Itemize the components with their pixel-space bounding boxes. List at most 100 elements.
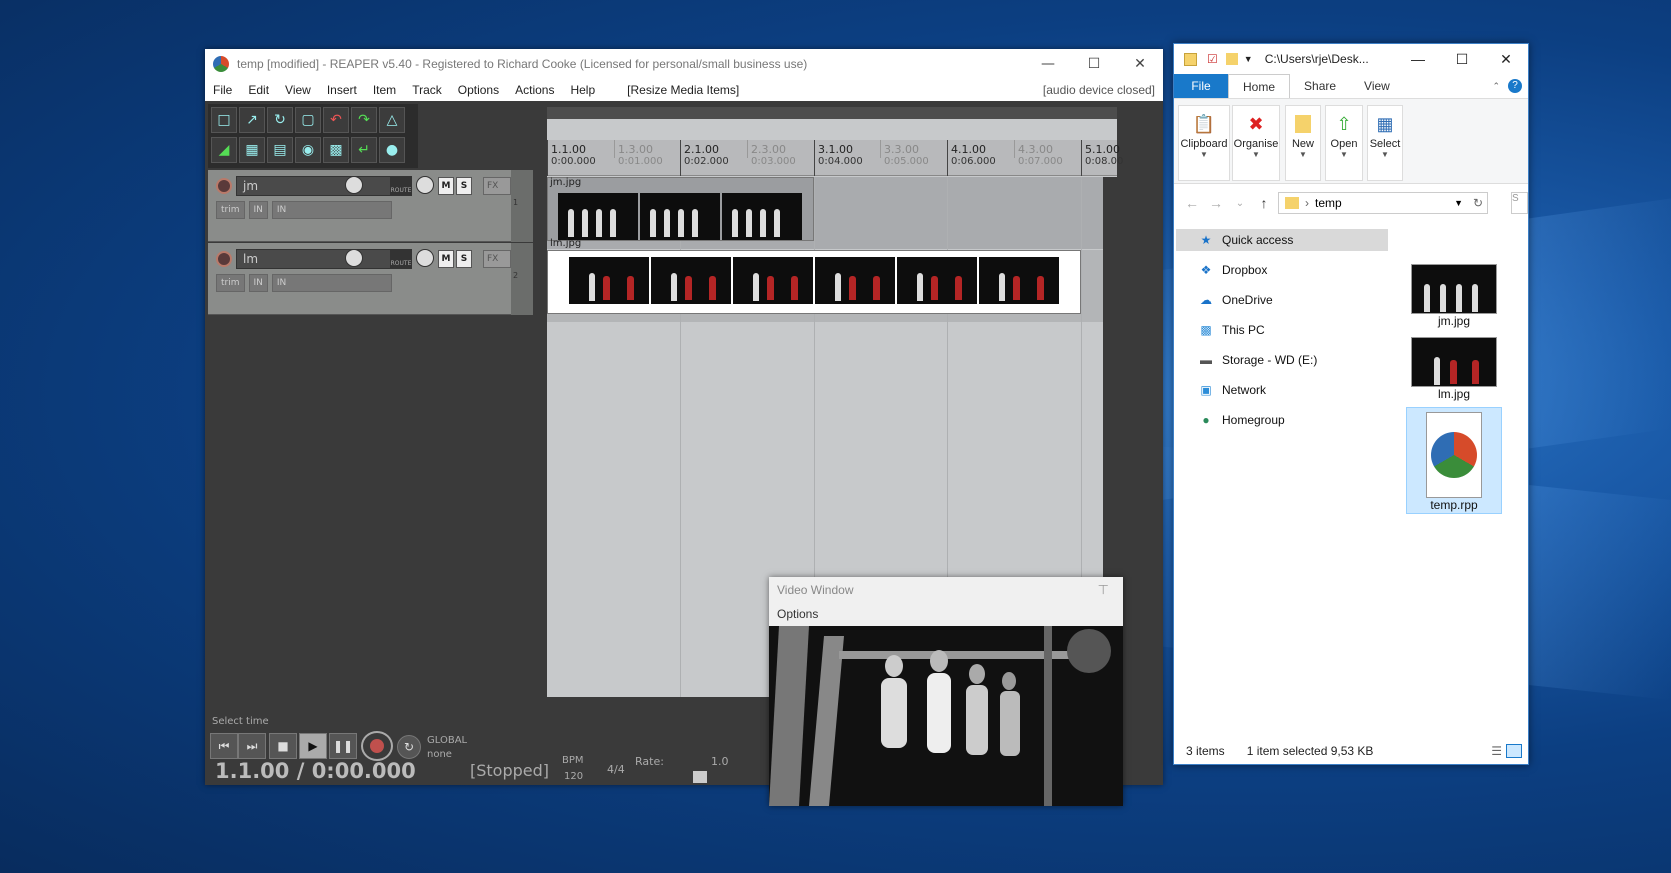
- nav-onedrive[interactable]: ☁ OneDrive: [1176, 289, 1388, 311]
- recent-locations-icon[interactable]: ⌄: [1228, 198, 1252, 209]
- track-name[interactable]: lm: [236, 249, 391, 269]
- trim-label[interactable]: trim: [216, 274, 245, 292]
- nav-quick-access[interactable]: ★ Quick access: [1176, 229, 1388, 251]
- track-name[interactable]: jm: [236, 176, 391, 196]
- nav-dropbox[interactable]: ❖ Dropbox: [1176, 259, 1388, 281]
- auto-crossfade-icon[interactable]: ↵: [351, 137, 377, 163]
- quick-access-toolbar-dropdown-icon[interactable]: ▼: [1244, 54, 1253, 64]
- item-grouping-icon[interactable]: ◉: [295, 137, 321, 163]
- solo-button[interactable]: S: [456, 250, 472, 268]
- volume-knob[interactable]: [345, 249, 363, 267]
- track-row[interactable]: jm ROUTE M S FX trim IN IN 1: [208, 170, 533, 242]
- stop-icon[interactable]: ■: [269, 733, 297, 759]
- redo-icon[interactable]: ↷: [351, 107, 377, 133]
- close-button[interactable]: ✕: [1117, 49, 1163, 79]
- nav-network[interactable]: ▣ Network: [1176, 379, 1388, 401]
- solo-button[interactable]: S: [456, 177, 472, 195]
- record-icon[interactable]: [361, 731, 393, 761]
- menu-insert[interactable]: Insert: [319, 83, 365, 97]
- chevron-down-icon[interactable]: ▼: [1454, 198, 1463, 208]
- rate-slider[interactable]: [693, 771, 707, 783]
- file-item-lm[interactable]: lm.jpg: [1406, 337, 1502, 401]
- project-settings-icon[interactable]: ▢: [295, 107, 321, 133]
- open-button[interactable]: ⇧ Open ▼: [1325, 105, 1363, 181]
- mute-button[interactable]: M: [438, 250, 454, 268]
- fx-button[interactable]: FX: [483, 250, 511, 268]
- track-row[interactable]: lm ROUTE M S FX trim IN IN 2: [208, 243, 533, 315]
- back-icon[interactable]: ←: [1180, 195, 1204, 211]
- trim-label[interactable]: trim: [216, 201, 245, 219]
- menu-options[interactable]: Options: [450, 83, 507, 97]
- route-button[interactable]: ROUTE: [390, 249, 412, 269]
- menu-view[interactable]: View: [277, 83, 319, 97]
- go-to-start-icon[interactable]: ⏮: [210, 733, 238, 759]
- pan-knob[interactable]: [416, 176, 434, 194]
- new-button[interactable]: New ▼: [1285, 105, 1321, 181]
- record-input-select[interactable]: IN: [271, 201, 392, 219]
- help-icon[interactable]: ?: [1508, 79, 1522, 93]
- new-folder-icon[interactable]: [1225, 53, 1238, 65]
- fx-button[interactable]: FX: [483, 177, 511, 195]
- route-button[interactable]: ROUTE: [390, 176, 412, 196]
- grid-icon[interactable]: ◢: [211, 137, 237, 163]
- record-arm-icon[interactable]: [216, 178, 232, 194]
- select-button[interactable]: ▦ Select ▼: [1367, 105, 1403, 181]
- ripple-edit-icon[interactable]: ▤: [267, 137, 293, 163]
- maximize-button[interactable]: ☐: [1071, 49, 1117, 79]
- forward-icon[interactable]: →: [1204, 195, 1228, 211]
- up-icon[interactable]: ↑: [1252, 195, 1276, 211]
- menu-file[interactable]: File: [205, 83, 240, 97]
- record-input-select[interactable]: IN: [271, 274, 392, 292]
- menu-edit[interactable]: Edit: [240, 83, 277, 97]
- nav-homegroup[interactable]: ● Homegroup: [1176, 409, 1388, 431]
- new-project-icon[interactable]: □: [211, 107, 237, 133]
- maximize-button[interactable]: ☐: [1440, 44, 1484, 74]
- go-to-end-icon[interactable]: ⏭: [238, 733, 266, 759]
- tab-file[interactable]: File: [1174, 74, 1228, 98]
- play-icon[interactable]: ▶: [299, 733, 327, 759]
- nav-storage-drive[interactable]: ▬ Storage - WD (E:): [1176, 349, 1388, 371]
- tab-share[interactable]: Share: [1290, 79, 1350, 93]
- volume-knob[interactable]: [345, 176, 363, 194]
- large-icons-view-icon[interactable]: [1506, 744, 1522, 758]
- loop-icon[interactable]: ↻: [397, 735, 421, 759]
- lock-icon[interactable]: ●: [379, 137, 405, 163]
- properties-icon[interactable]: ☑: [1207, 52, 1218, 66]
- position-display[interactable]: 1.1.00 / 0:00.000: [215, 759, 416, 783]
- bpm-value[interactable]: 120: [564, 771, 583, 782]
- envelope-icon[interactable]: ▩: [323, 137, 349, 163]
- close-button[interactable]: ✕: [1484, 44, 1528, 74]
- file-item-jm[interactable]: jm.jpg: [1406, 264, 1502, 328]
- refresh-icon[interactable]: ↻: [1473, 196, 1483, 210]
- global-value[interactable]: none: [427, 749, 452, 760]
- organise-button[interactable]: ✖ Organise ▼: [1232, 105, 1280, 181]
- media-item-jm[interactable]: jm.jpg: [547, 177, 814, 241]
- track-panel-empty-area[interactable]: [208, 319, 533, 711]
- media-item-lm[interactable]: lm.jpg: [547, 238, 1081, 314]
- address-bar[interactable]: › temp ▼ ↻: [1278, 192, 1488, 214]
- tab-view[interactable]: View: [1350, 79, 1404, 93]
- pause-icon[interactable]: ❚❚: [329, 733, 357, 759]
- open-project-icon[interactable]: ↗: [239, 107, 265, 133]
- pan-knob[interactable]: [416, 249, 434, 267]
- timeline-ruler[interactable]: 1.1.00 0:00.000 1.3.00 0:01.000 2.1.00 0:02…: [547, 140, 1123, 176]
- rate-value[interactable]: 1.0: [711, 755, 729, 768]
- nav-this-pc[interactable]: ▩ This PC: [1176, 319, 1388, 341]
- snap-icon[interactable]: ▦: [239, 137, 265, 163]
- save-project-icon[interactable]: ↻: [267, 107, 293, 133]
- menu-item[interactable]: Item: [365, 83, 404, 97]
- pin-icon[interactable]: ⊤: [1098, 583, 1109, 598]
- tab-home[interactable]: Home: [1228, 74, 1291, 98]
- input-monitor-button[interactable]: IN: [248, 274, 268, 292]
- metronome-icon[interactable]: △: [379, 107, 405, 133]
- collapse-ribbon-icon[interactable]: ⌃: [1492, 81, 1500, 92]
- file-item-temp-rpp[interactable]: temp.rpp: [1406, 407, 1502, 514]
- search-input[interactable]: S: [1511, 192, 1528, 214]
- undo-icon[interactable]: ↶: [323, 107, 349, 133]
- input-monitor-button[interactable]: IN: [248, 201, 268, 219]
- menu-track[interactable]: Track: [404, 83, 450, 97]
- menu-help[interactable]: Help: [562, 83, 603, 97]
- time-signature[interactable]: 4/4: [607, 763, 625, 776]
- details-view-icon[interactable]: ☰: [1491, 744, 1502, 758]
- menu-actions[interactable]: Actions: [507, 83, 562, 97]
